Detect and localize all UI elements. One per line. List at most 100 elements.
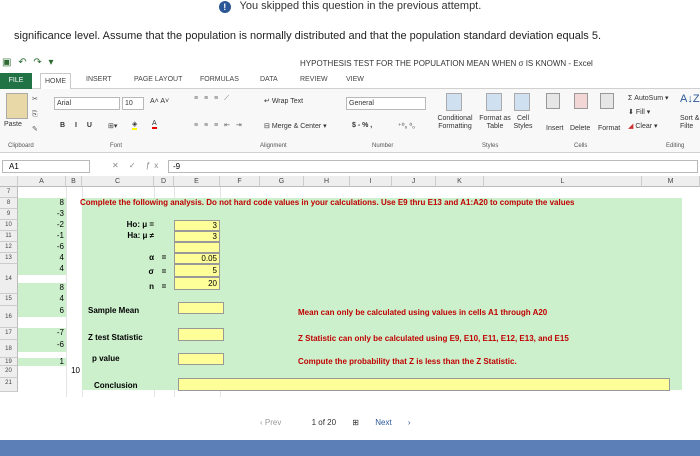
tab-file[interactable]: FILE — [0, 73, 32, 89]
cell-a[interactable]: -3 — [18, 209, 66, 220]
row-header[interactable]: 20 — [0, 366, 18, 378]
delete-cells-icon[interactable] — [574, 93, 588, 109]
row-header[interactable]: 14 — [0, 264, 18, 294]
n-value[interactable]: 20 — [174, 277, 220, 290]
paste-label[interactable]: Paste — [4, 121, 22, 128]
cell-a[interactable]: 6 — [18, 306, 66, 317]
cell-a[interactable]: 8 — [18, 283, 66, 294]
spreadsheet-grid[interactable]: A B C D E F G H I J K L M 7 8 9 10 11 12… — [0, 176, 700, 408]
conditional-formatting-icon[interactable] — [446, 93, 462, 111]
decimal-icons[interactable]: ⁺⁰₀ ⁰₀ — [398, 122, 415, 130]
col-header-l[interactable]: L — [484, 176, 642, 187]
wrap-text-button[interactable]: ↵ Wrap Text — [264, 97, 303, 105]
col-header-j[interactable]: J — [392, 176, 436, 187]
row-header[interactable]: 16 — [0, 306, 18, 328]
cell-a[interactable]: -6 — [18, 340, 66, 352]
cut-icon[interactable]: ✂ — [32, 95, 38, 103]
cell-a[interactable]: -2 — [18, 220, 66, 231]
row-header[interactable]: 7 — [0, 187, 18, 198]
bold-italic-underline[interactable]: B I U — [60, 122, 96, 129]
tab-review[interactable]: REVIEW — [300, 76, 328, 83]
ho-value[interactable]: 3 — [174, 220, 220, 231]
font-name-select[interactable]: Arial — [54, 97, 120, 110]
row-header[interactable]: 11 — [0, 231, 18, 242]
col-header-e[interactable]: E — [174, 176, 220, 187]
conclusion-answer[interactable] — [178, 378, 670, 391]
format-as-table-label[interactable]: Format as Table — [478, 115, 512, 131]
col-header-c[interactable]: C — [82, 176, 154, 187]
cell-a[interactable]: -1 — [18, 231, 66, 242]
col-header-f[interactable]: F — [220, 176, 260, 187]
paste-icon[interactable] — [6, 93, 28, 119]
font-size-select[interactable]: 10 — [122, 97, 144, 110]
fill-color-icon[interactable]: ◈ — [132, 120, 138, 130]
cell-styles-label[interactable]: Cell Styles — [510, 115, 536, 131]
name-box[interactable]: A1 — [2, 160, 90, 173]
grid-icon[interactable]: ⊞ — [352, 418, 359, 427]
format-label[interactable]: Format — [598, 125, 620, 132]
tab-formulas[interactable]: FORMULAS — [200, 76, 239, 83]
delete-label[interactable]: Delete — [570, 125, 590, 132]
format-as-table-icon[interactable] — [486, 93, 502, 111]
fill-button[interactable]: ⬇ Fill ▾ — [628, 108, 650, 116]
row-header[interactable]: 15 — [0, 294, 18, 306]
align-top-icons[interactable]: ≡ ≡ ≡ ⟋ — [194, 95, 231, 103]
cell-a[interactable]: 1 — [18, 358, 66, 366]
border-icon[interactable]: ⊞▾ — [108, 122, 117, 130]
formula-bar-icons[interactable]: ✕ ✓ ƒx — [112, 161, 162, 170]
grow-font-icon[interactable]: A˄ A˅ — [150, 98, 169, 105]
quick-access-icons[interactable]: ▣ ↶ ↷ ▾ — [2, 57, 56, 68]
tab-home[interactable]: HOME — [40, 73, 71, 89]
row-header[interactable]: 17 — [0, 328, 18, 340]
sort-filter-label[interactable]: Sort & Filte — [680, 115, 700, 131]
col-header-m[interactable]: M — [642, 176, 700, 187]
p-value-answer[interactable] — [178, 353, 224, 365]
alpha-value[interactable]: 0.05 — [174, 253, 220, 264]
col-header-i[interactable]: I — [350, 176, 392, 187]
cell-a[interactable]: 4 — [18, 253, 66, 264]
row-header[interactable]: 13 — [0, 253, 18, 264]
cell-a[interactable]: 8 — [18, 198, 66, 209]
font-color-icon[interactable]: A — [152, 120, 157, 129]
tab-view[interactable]: VIEW — [346, 76, 364, 83]
format-painter-icon[interactable]: ✎ — [32, 125, 38, 133]
number-format-select[interactable]: General — [346, 97, 426, 110]
formula-input[interactable]: -9 — [168, 160, 698, 173]
e11-blank[interactable] — [174, 242, 220, 253]
copy-icon[interactable]: ⎘ — [32, 111, 38, 119]
col-header-d[interactable]: D — [154, 176, 174, 187]
row-header[interactable]: 19 — [0, 358, 18, 366]
tab-insert[interactable]: INSERT — [86, 76, 112, 83]
sample-mean-answer[interactable] — [178, 302, 224, 314]
ha-value[interactable]: 3 — [174, 231, 220, 242]
cell-b[interactable]: 10 — [66, 366, 82, 378]
corner-select-all[interactable] — [0, 176, 18, 187]
z-stat-answer[interactable] — [178, 328, 224, 341]
conditional-formatting-label[interactable]: Conditional Formatting — [432, 115, 478, 131]
sigma-value[interactable]: 5 — [174, 264, 220, 277]
col-header-b[interactable]: B — [66, 176, 82, 187]
col-header-g[interactable]: G — [260, 176, 304, 187]
col-header-h[interactable]: H — [304, 176, 350, 187]
cell-a[interactable]: -6 — [18, 242, 66, 253]
autosum-button[interactable]: Σ AutoSum ▾ — [628, 94, 669, 102]
cell-a[interactable]: 4 — [18, 294, 66, 306]
row-header[interactable]: 21 — [0, 378, 18, 392]
tab-data[interactable]: DATA — [260, 76, 278, 83]
cell-styles-icon[interactable] — [514, 93, 530, 111]
currency-percent-buttons[interactable]: $ - % , — [352, 122, 372, 129]
row-header[interactable]: 8 — [0, 198, 18, 209]
tab-page-layout[interactable]: PAGE LAYOUT — [134, 76, 182, 83]
clear-button[interactable]: ◢ Clear ▾ — [628, 122, 658, 130]
col-header-a[interactable]: A — [18, 176, 66, 187]
insert-cells-icon[interactable] — [546, 93, 560, 109]
cell-a[interactable]: -7 — [18, 328, 66, 340]
insert-label[interactable]: Insert — [546, 125, 564, 132]
format-cells-icon[interactable] — [600, 93, 614, 109]
next-button[interactable]: Next › — [375, 418, 410, 427]
sort-filter-icon[interactable]: A↓Z — [680, 93, 700, 105]
prev-button[interactable]: ‹ Prev — [260, 418, 295, 427]
col-header-k[interactable]: K — [436, 176, 484, 187]
row-header[interactable]: 10 — [0, 220, 18, 231]
row-header[interactable]: 18 — [0, 340, 18, 358]
